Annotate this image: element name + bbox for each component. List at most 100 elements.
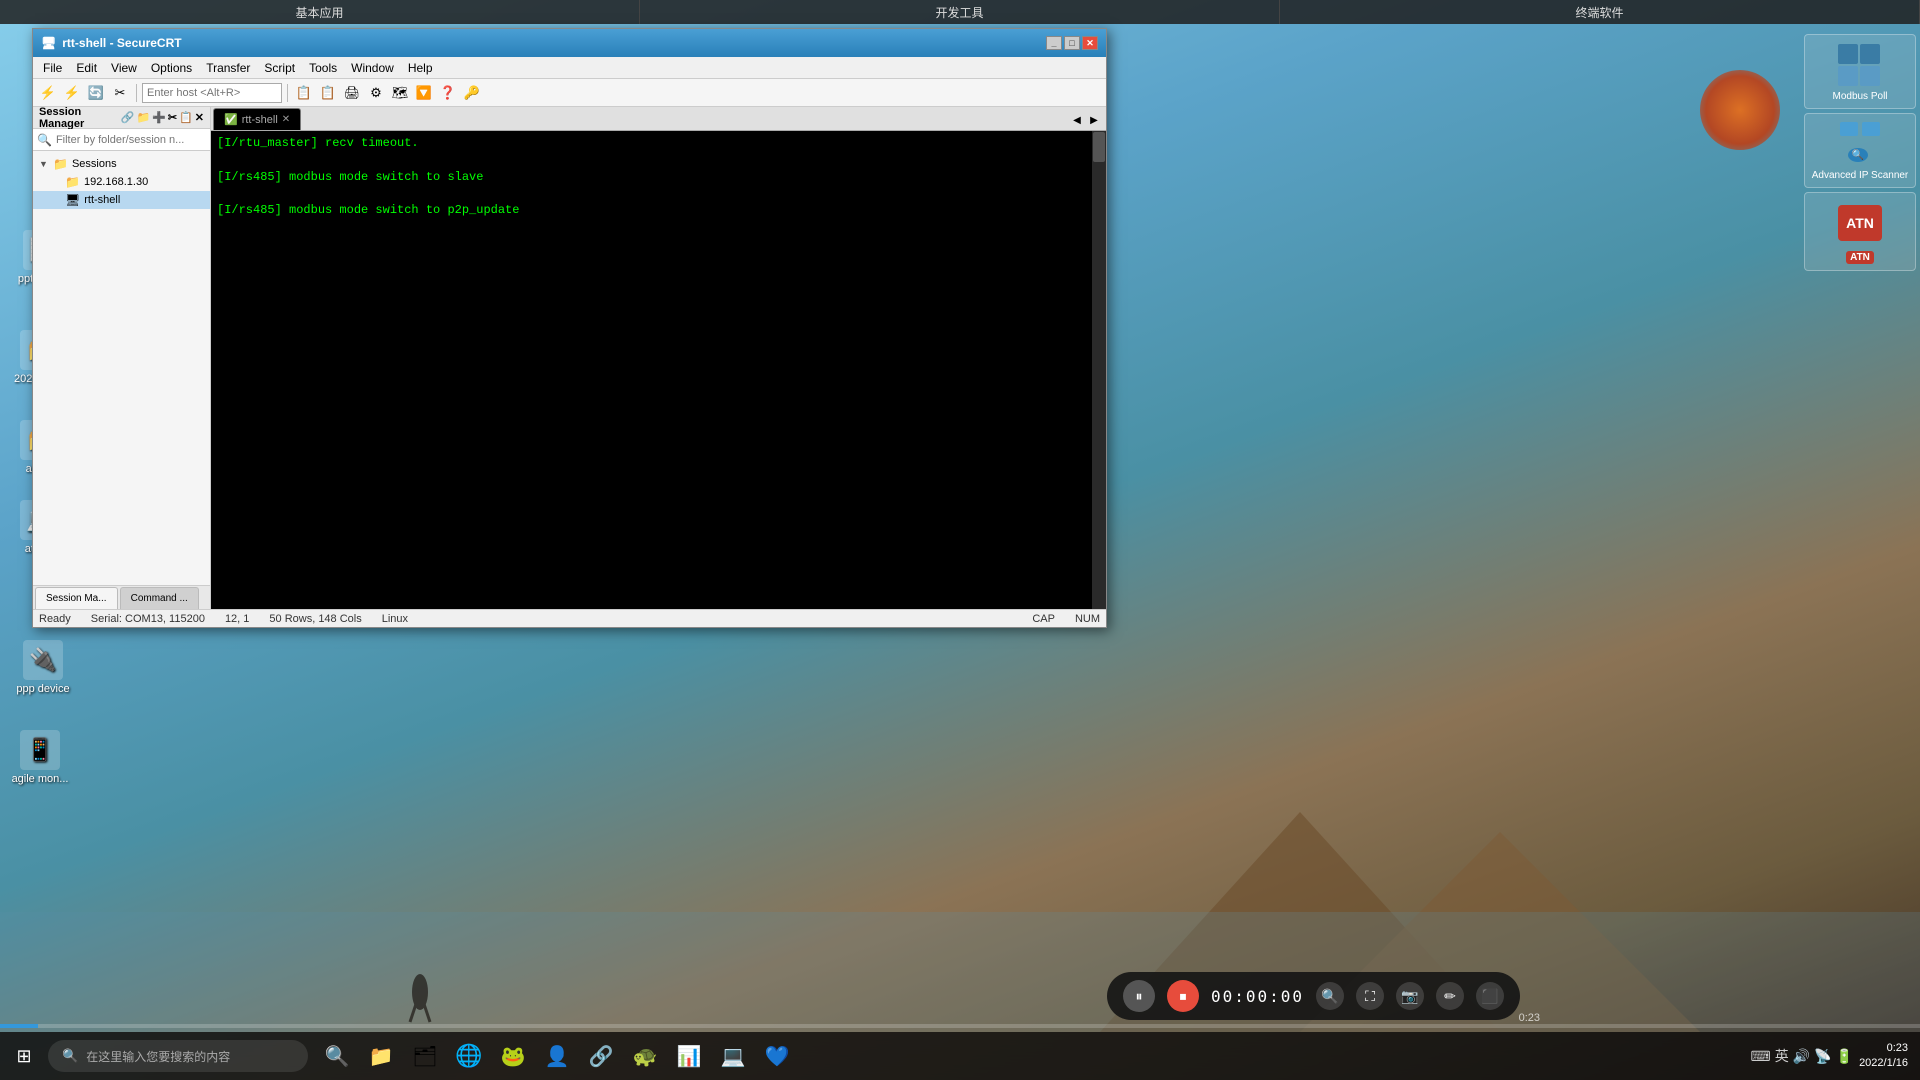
status-ready: Ready: [39, 613, 71, 625]
session-search[interactable]: 🔍: [33, 129, 210, 151]
bottom-tab-session-manager[interactable]: Session Ma...: [35, 587, 118, 609]
window-controls: _ □ ✕: [1046, 36, 1098, 50]
toolbar-key[interactable]: 🔑: [461, 82, 483, 104]
toolbar-quick-connect[interactable]: ⚡: [61, 82, 83, 104]
toolbar-copy[interactable]: 📋: [293, 82, 315, 104]
taskbar-app-folders[interactable]: 📁: [360, 1035, 402, 1077]
window-app-icon: 🖥: [41, 36, 56, 50]
tab-rtt-shell[interactable]: ✅ rtt-shell ✕: [213, 108, 301, 130]
toolbar-connect[interactable]: ⚡: [37, 82, 59, 104]
session-panel-icon-copy[interactable]: 📋: [179, 111, 193, 124]
taskbar-app-store[interactable]: 🗂: [404, 1035, 446, 1077]
desktop: 基本应用 开发工具 终端软件 📊 ppt device 📁 2021 2021 …: [0, 0, 1920, 1080]
session-rtt-shell[interactable]: 🖥 rtt-shell: [33, 191, 210, 209]
session-search-input[interactable]: [56, 134, 206, 146]
toolbar-settings[interactable]: ⚙: [365, 82, 387, 104]
host-input[interactable]: [142, 83, 282, 103]
securecrt-window: 🖥 rtt-shell - SecureCRT _ □ ✕ File Edit …: [32, 28, 1107, 628]
scroll-thumb: [1093, 132, 1105, 162]
status-cap: CAP: [1032, 613, 1055, 625]
session-bottom-tabs: Session Ma... Command ...: [33, 585, 210, 609]
bottom-tab-command[interactable]: Command ...: [120, 587, 199, 609]
recording-expand-btn[interactable]: ⛶: [1356, 982, 1384, 1010]
menu-file[interactable]: File: [37, 59, 68, 77]
modbus-poll-img: [1836, 41, 1884, 89]
taskbar-app-frog[interactable]: 🐸: [492, 1035, 534, 1077]
recording-camera-btn[interactable]: 📷: [1396, 982, 1424, 1010]
session-panel-icon-add[interactable]: ➕: [152, 111, 166, 124]
session-panel-icon-connect[interactable]: 🔗: [121, 111, 135, 124]
toolbar-map[interactable]: 🗺: [389, 82, 411, 104]
taskbar-icon-speaker[interactable]: 🔊: [1793, 1048, 1810, 1065]
taskbar-app-chart[interactable]: 📊: [668, 1035, 710, 1077]
atn-icon[interactable]: ATN ATN: [1804, 192, 1916, 271]
taskbar-icon-keyboard[interactable]: ⌨: [1751, 1048, 1771, 1065]
tab-bar: ✅ rtt-shell ✕ ◀ ▶: [211, 107, 1106, 131]
taskbar-app-user[interactable]: 👤: [536, 1035, 578, 1077]
toolbar-print[interactable]: 🖨: [341, 82, 363, 104]
session-panel-close[interactable]: ✕: [195, 111, 204, 124]
toolbar-filter[interactable]: 🔽: [413, 82, 435, 104]
session-manager-panel: Session Manager 🔗 📁 ➕ ✂ 📋 ✕ 🔍: [33, 107, 211, 609]
start-button[interactable]: ⊞: [0, 1032, 48, 1080]
session-192-168-1-30[interactable]: 📁 192.168.1.30: [33, 173, 210, 191]
terminal-line-3: [I/rs485] modbus mode switch to slave: [217, 169, 1100, 186]
recording-stop-button[interactable]: ⏹: [1167, 980, 1199, 1012]
taskbar-app-link[interactable]: 🔗: [580, 1035, 622, 1077]
menu-tools[interactable]: Tools: [303, 59, 343, 77]
recording-pen-btn[interactable]: ✏: [1436, 982, 1464, 1010]
taskbar-app-browser[interactable]: 🌐: [448, 1035, 490, 1077]
sessions-root[interactable]: ▼ 📁 Sessions: [33, 155, 210, 173]
tab-prev-btn[interactable]: ◀: [1069, 110, 1085, 130]
taskbar-clock[interactable]: 0:23 2022/1/16: [1859, 1041, 1908, 1072]
taskbar-app-vscode[interactable]: 💻: [712, 1035, 754, 1077]
maximize-button[interactable]: □: [1064, 36, 1080, 50]
menu-options[interactable]: Options: [145, 59, 198, 77]
toolbar-sep2: [287, 84, 288, 102]
status-position: 12, 1: [225, 613, 249, 625]
top-taskbar-terminal-software[interactable]: 终端软件: [1280, 0, 1920, 24]
modbus-poll-icon[interactable]: Modbus Poll: [1804, 34, 1916, 109]
tab-rtt-shell-icon: ✅: [224, 113, 238, 126]
advanced-ip-scanner-icon[interactable]: 🔍 Advanced IP Scanner: [1804, 113, 1916, 188]
toolbar-paste[interactable]: 📋: [317, 82, 339, 104]
taskbar-icon-network[interactable]: 📡: [1814, 1048, 1831, 1065]
toolbar: ⚡ ⚡ 🔄 ✂ 📋 📋 🖨 ⚙ 🗺 🔽 ❓ 🔑: [33, 79, 1106, 107]
menu-script[interactable]: Script: [258, 59, 301, 77]
tab-next-btn[interactable]: ▶: [1086, 110, 1102, 130]
session-panel-icon-cut[interactable]: ✂: [168, 111, 177, 124]
desktop-icon-ppp-device[interactable]: 🔌 ppp device: [8, 640, 78, 695]
status-bar: Ready Serial: COM13, 115200 12, 1 50 Row…: [33, 609, 1106, 627]
session-ip-label: 192.168.1.30: [84, 176, 204, 188]
sessions-label: Sessions: [72, 158, 204, 170]
recording-search-btn[interactable]: 🔍: [1316, 982, 1344, 1010]
recording-pause-button[interactable]: ⏸: [1123, 980, 1155, 1012]
tab-nav-buttons: ◀ ▶: [1069, 110, 1106, 130]
toolbar-help[interactable]: ❓: [437, 82, 459, 104]
menu-help[interactable]: Help: [402, 59, 439, 77]
top-taskbar-dev-tools[interactable]: 开发工具: [640, 0, 1280, 24]
toolbar-reconnect[interactable]: 🔄: [85, 82, 107, 104]
toolbar-disconnect[interactable]: ✂: [109, 82, 131, 104]
tab-rtt-shell-close[interactable]: ✕: [282, 114, 290, 125]
menu-view[interactable]: View: [105, 59, 143, 77]
windows-search[interactable]: 🔍 在这里输入您要搜索的内容: [48, 1040, 308, 1072]
menu-edit[interactable]: Edit: [70, 59, 103, 77]
taskbar-app-turtle[interactable]: 🐢: [624, 1035, 666, 1077]
taskbar-app-blue[interactable]: 💙: [756, 1035, 798, 1077]
taskbar-time: 0:23: [1859, 1041, 1908, 1056]
menu-transfer[interactable]: Transfer: [200, 59, 256, 77]
close-button[interactable]: ✕: [1082, 36, 1098, 50]
terminal-scrollbar[interactable]: [1092, 131, 1106, 609]
minimize-button[interactable]: _: [1046, 36, 1062, 50]
taskbar-icon-battery[interactable]: 🔋: [1836, 1048, 1853, 1065]
taskbar-app-search[interactable]: 🔍: [316, 1035, 358, 1077]
session-panel-icon-new[interactable]: 📁: [136, 111, 150, 124]
terminal-area[interactable]: [I/rtu_master] recv timeout. [I/rs485] m…: [211, 131, 1106, 609]
top-taskbar-basic-apps[interactable]: 基本应用: [0, 0, 640, 24]
atn-badge-label: ATN: [1846, 251, 1874, 264]
desktop-icon-agile-mon[interactable]: 📱 agile mon...: [5, 730, 75, 785]
recording-stop-icon-btn[interactable]: ⬛: [1476, 982, 1504, 1010]
taskbar-icon-lang[interactable]: 英: [1775, 1046, 1789, 1066]
menu-window[interactable]: Window: [345, 59, 400, 77]
